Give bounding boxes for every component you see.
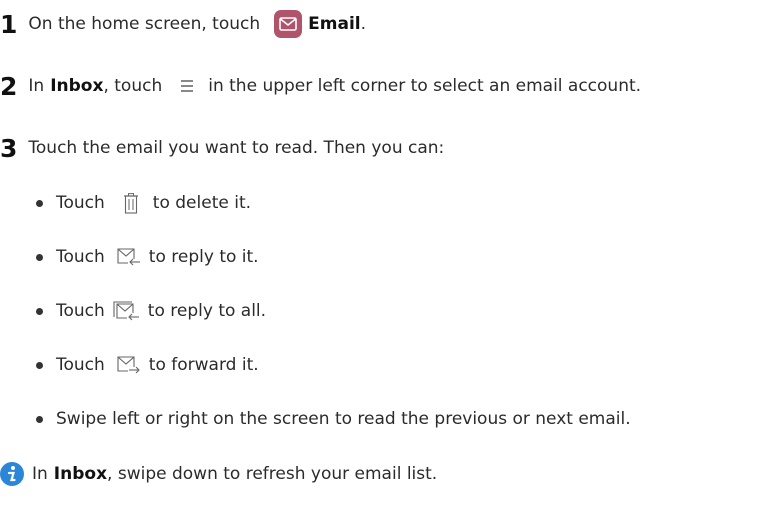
bullet <box>36 253 43 261</box>
step-2: 2 In Inbox , touch in the upper left cor… <box>0 68 641 104</box>
action-text: Touch <box>56 355 105 375</box>
step-number: 3 <box>0 133 18 163</box>
reply-icon <box>117 248 141 266</box>
step-3: 3 Touch the email you want to read. Then… <box>0 130 444 166</box>
forward-icon <box>117 356 141 374</box>
step-text: In <box>28 76 45 96</box>
trash-icon <box>123 192 139 214</box>
action-reply: Touch to reply to it. <box>36 242 259 272</box>
action-text-end: to delete it. <box>152 193 252 213</box>
action-swipe: Swipe left or right on the screen to rea… <box>36 404 631 434</box>
step-text-end: . <box>360 14 367 34</box>
action-text: Touch <box>56 247 105 267</box>
step-number: 1 <box>0 9 18 39</box>
action-forward: Touch to forward it. <box>36 350 259 380</box>
tip-note: In Inbox , swipe down to refresh your em… <box>0 456 437 492</box>
note-text-end: , swipe down to refresh your email list. <box>107 464 438 484</box>
email-app-label: Email <box>308 14 361 34</box>
action-text: Touch <box>56 193 105 213</box>
bullet <box>36 361 43 369</box>
action-delete: Touch to delete it. <box>36 188 251 218</box>
step-1: 1 On the home screen, touch Email . <box>0 6 366 42</box>
action-reply-all: Touch to reply to all. <box>36 296 266 326</box>
email-app-icon <box>274 10 303 38</box>
action-text-end: to forward it. <box>148 355 259 375</box>
inbox-label: Inbox <box>53 464 108 484</box>
bullet <box>36 199 43 207</box>
step-text: On the home screen, touch <box>28 14 261 34</box>
action-text-end: to reply to all. <box>147 301 267 321</box>
info-icon <box>0 462 24 486</box>
action-text: Swipe left or right on the screen to rea… <box>56 409 631 429</box>
bullet <box>36 415 43 423</box>
step-text: Touch the email you want to read. Then y… <box>28 138 445 158</box>
note-text: In <box>32 464 48 484</box>
menu-icon <box>180 79 194 93</box>
bullet <box>36 307 43 315</box>
step-text-mid: , touch <box>103 76 163 96</box>
inbox-label: Inbox <box>50 76 104 96</box>
action-text: Touch <box>56 301 105 321</box>
step-number: 2 <box>0 71 18 101</box>
action-text-end: to reply to it. <box>148 247 259 267</box>
step-text-end: in the upper left corner to select an em… <box>208 76 642 96</box>
reply-all-icon <box>113 301 140 321</box>
